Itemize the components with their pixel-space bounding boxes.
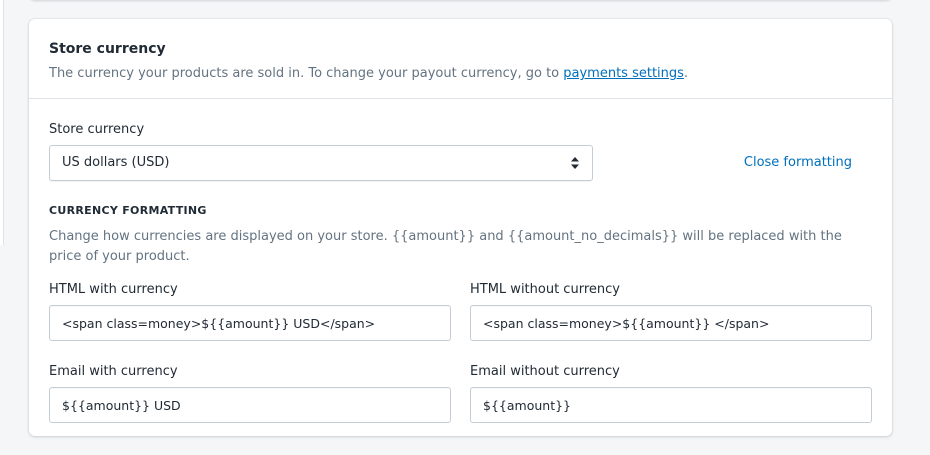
store-currency-label: Store currency [49,122,145,137]
email-with-currency-field: Email with currency [49,363,451,423]
email-without-currency-field: Email without currency [470,363,872,423]
close-formatting-link[interactable]: Close formatting [744,155,852,171]
html-without-currency-field: HTML without currency [470,281,872,341]
select-arrows-icon [571,157,579,169]
html-with-currency-label: HTML with currency [49,282,178,297]
email-without-currency-label: Email without currency [470,364,620,379]
store-currency-select[interactable]: US dollars (USD) [49,145,593,181]
card-title: Store currency [49,41,166,57]
html-without-currency-input[interactable] [470,305,872,341]
html-fields-row: HTML with currency HTML without currency [49,281,872,341]
currency-formatting-section: CURRENCY FORMATTING Change how currencie… [29,181,892,423]
left-panel-edge [0,0,4,245]
store-currency-section: Store currency US dollars (USD) Close fo… [29,99,892,181]
currency-formatting-heading: CURRENCY FORMATTING [49,204,207,217]
store-currency-card: Store currency The currency your product… [29,19,892,436]
email-without-currency-input[interactable] [470,387,872,423]
email-with-currency-input[interactable] [49,387,451,423]
email-fields-row: Email with currency Email without curren… [49,363,872,423]
card-description: The currency your products are sold in. … [49,65,872,83]
store-currency-row: US dollars (USD) Close formatting [49,145,872,181]
currency-formatting-help: Change how currencies are displayed on y… [49,229,842,264]
payments-settings-link[interactable]: payments settings [563,66,684,81]
html-without-currency-label: HTML without currency [470,282,620,297]
card-description-text: The currency your products are sold in. … [49,66,564,81]
card-header: Store currency The currency your product… [29,19,892,99]
store-currency-selected-value: US dollars (USD) [62,155,170,170]
html-with-currency-input[interactable] [49,305,451,341]
card-description-suffix: . [683,66,689,81]
html-with-currency-field: HTML with currency [49,281,451,341]
email-with-currency-label: Email with currency [49,364,178,379]
